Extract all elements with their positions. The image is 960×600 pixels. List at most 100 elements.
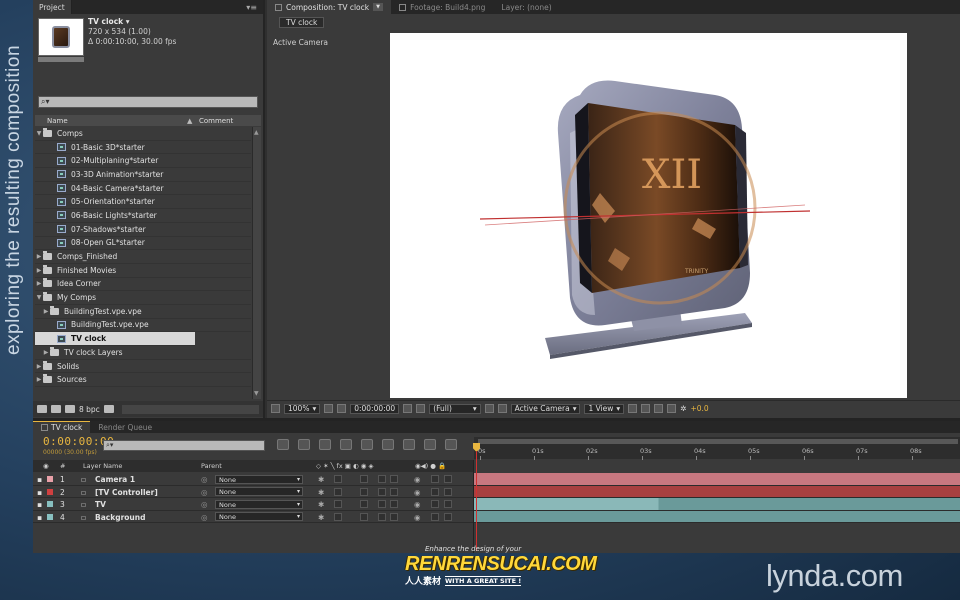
switch-box[interactable] <box>334 512 342 521</box>
timeline-search-input[interactable]: ⌕▾ <box>103 440 265 451</box>
comp-item[interactable]: 06-Basic Lights*starter <box>35 209 251 223</box>
solo-switch[interactable] <box>431 487 439 496</box>
grid-icon[interactable] <box>324 404 334 413</box>
channel-icon[interactable] <box>416 404 426 413</box>
always-preview-icon[interactable] <box>271 404 280 413</box>
pickwhip-icon[interactable]: ◎ <box>201 475 208 484</box>
switch-box[interactable] <box>378 500 386 508</box>
folder-item[interactable]: ▼ Comps <box>35 127 251 141</box>
switch-box[interactable] <box>390 487 398 496</box>
time-ruler[interactable]: 0s 01s 02s 03s 04s 05s 06s 07s 08s <box>474 437 960 460</box>
tab-composition[interactable]: Composition: TV clock ▼ <box>267 0 392 14</box>
toggle-pixel-aspect-icon[interactable] <box>628 404 638 413</box>
pickwhip-icon[interactable]: ◎ <box>201 513 208 522</box>
graph-editor-icon[interactable] <box>445 439 457 450</box>
collapse-icon[interactable]: ✱ <box>318 488 324 497</box>
column-name[interactable]: Name <box>47 117 187 125</box>
layer-name[interactable]: Camera 1 <box>95 475 135 484</box>
video-visibility-icon[interactable]: ▪ <box>37 488 42 497</box>
view-layout-dropdown[interactable]: 1 View ▾ <box>584 403 625 414</box>
scroll-up-icon[interactable]: ▲ <box>254 129 259 136</box>
lock-switch[interactable] <box>444 500 452 508</box>
comp-item[interactable]: TV clock <box>35 332 195 346</box>
scroll-down-icon[interactable]: ▼ <box>254 390 259 397</box>
comp-item[interactable]: BuildingTest.vpe.vpe <box>35 319 251 333</box>
tab-footage[interactable]: Footage: Build4.png <box>391 0 493 14</box>
motion-blur-icon[interactable] <box>382 439 394 450</box>
new-comp-icon[interactable] <box>65 405 75 413</box>
transparency-grid-icon[interactable] <box>497 404 507 413</box>
chevron-right-icon[interactable]: ▶ <box>35 376 43 383</box>
tab-layer[interactable]: Layer: (none) <box>493 0 559 14</box>
folder-item[interactable]: ▶ Sources <box>35 373 251 388</box>
eye-icon[interactable]: ◉ <box>414 475 421 484</box>
layer-row[interactable]: ▪ 2 ▫ [TV Controller] ◎ None ✱ ◉ <box>33 486 473 498</box>
chevron-down-icon[interactable]: ▼ <box>35 294 43 301</box>
layer-row[interactable]: ▪ 3 ▫ TV ◎ None ✱ ◉ <box>33 498 473 511</box>
layer-duration-bar[interactable] <box>474 485 960 497</box>
layer-name[interactable]: TV <box>95 500 106 509</box>
video-visibility-icon[interactable]: ▪ <box>37 500 42 509</box>
timeline-icon[interactable] <box>654 404 664 413</box>
label-color-swatch[interactable] <box>47 513 53 520</box>
video-visibility-icon[interactable]: ▪ <box>37 475 42 484</box>
switch-box[interactable] <box>334 475 342 483</box>
interpret-footage-icon[interactable] <box>37 405 47 413</box>
switch-box[interactable] <box>334 487 342 496</box>
exposure-value[interactable]: +0.0 <box>690 404 708 413</box>
new-folder-icon[interactable] <box>51 405 61 413</box>
parent-dropdown[interactable]: None <box>215 499 303 509</box>
collapse-icon[interactable]: ✱ <box>318 500 324 509</box>
parent-dropdown[interactable]: None <box>215 487 303 496</box>
composition-viewer[interactable]: XII TRINITY <box>390 33 907 398</box>
layer-name[interactable]: [TV Controller] <box>95 488 158 497</box>
layer-row[interactable]: ▪ 1 ▫ Camera 1 ◎ None ✱ ◉ <box>33 473 473 486</box>
chevron-down-icon[interactable]: ▼ <box>35 130 43 137</box>
chevron-right-icon[interactable]: ▶ <box>35 363 43 370</box>
label-color-swatch[interactable] <box>47 476 53 482</box>
comp-mini-flowchart-icon[interactable] <box>277 439 289 450</box>
chevron-right-icon[interactable]: ▶ <box>35 253 43 260</box>
folder-item[interactable]: ▶ Solids <box>35 360 251 374</box>
comp-item[interactable]: 07-Shadows*starter <box>35 223 251 237</box>
layer-row[interactable]: ▪ 4 ▫ Background ◎ None ✱ ◉ <box>33 511 473 523</box>
chevron-right-icon[interactable]: ▶ <box>42 308 50 315</box>
camera-view-dropdown[interactable]: Active Camera ▾ <box>510 403 581 414</box>
folder-item[interactable]: ▶ Finished Movies <box>35 264 251 278</box>
label-color-swatch[interactable] <box>47 488 53 495</box>
switch-box[interactable] <box>390 512 398 521</box>
switch-box[interactable] <box>360 500 368 508</box>
eye-icon[interactable]: ◉ <box>414 513 421 522</box>
chevron-right-icon[interactable]: ▶ <box>42 349 50 356</box>
comp-navigator-tab[interactable]: TV clock <box>279 17 325 28</box>
lock-switch[interactable] <box>444 487 452 496</box>
close-icon[interactable] <box>41 424 48 431</box>
switch-box[interactable] <box>378 475 386 483</box>
tab-timeline-tv-clock[interactable]: TV clock <box>33 421 91 433</box>
comp-item[interactable]: 05-Orientation*starter <box>35 195 251 210</box>
mask-icon[interactable] <box>337 404 347 413</box>
current-time-display[interactable]: 0:00:00:00 <box>350 403 400 414</box>
column-comment[interactable]: Comment <box>199 117 233 125</box>
pickwhip-icon[interactable]: ◎ <box>201 488 208 497</box>
folder-item[interactable]: ▶ Idea Corner <box>35 278 251 292</box>
sort-arrow-icon[interactable]: ▲ <box>187 117 197 125</box>
bpc-button[interactable]: 8 bpc <box>79 405 100 414</box>
live-update-icon[interactable] <box>298 439 310 450</box>
layer-duration-bar[interactable] <box>474 498 960 510</box>
switch-box[interactable] <box>334 500 342 508</box>
snapshot-icon[interactable] <box>403 404 413 413</box>
eye-icon[interactable]: ◉ <box>414 488 421 497</box>
trash-icon[interactable] <box>103 405 114 413</box>
switch-box[interactable] <box>390 475 398 483</box>
collapse-icon[interactable]: ✱ <box>318 475 324 484</box>
auto-keyframe-icon[interactable] <box>424 439 436 450</box>
lock-switch[interactable] <box>444 512 452 521</box>
switch-box[interactable] <box>360 512 368 521</box>
panel-menu-icon[interactable]: ▾≡ <box>246 3 257 12</box>
resolution-dropdown[interactable]: (Full) ▾ <box>429 403 481 414</box>
switch-box[interactable] <box>378 512 386 521</box>
parent-dropdown[interactable]: None <box>215 512 303 521</box>
tab-project[interactable]: Project <box>33 0 72 14</box>
comp-item[interactable]: 03-3D Animation*starter <box>35 168 251 182</box>
